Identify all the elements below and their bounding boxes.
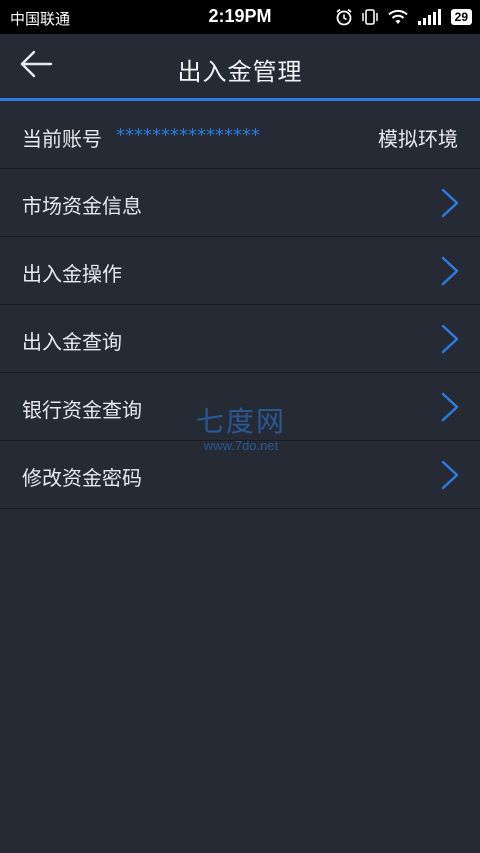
menu-item-deposit-withdraw[interactable]: 出入金操作 [0,237,480,305]
chevron-right-icon [441,392,459,422]
account-label: 当前账号 [22,127,102,151]
environment-label: 模拟环境 [378,127,458,151]
menu-list: 市场资金信息 出入金操作 出入金查询 银行资金查询 修改资金密码 [0,169,480,509]
page-title: 出入金管理 [177,58,303,86]
status-icons: 29 [335,7,472,27]
chevron-right-icon [441,188,459,218]
signal-icon [417,8,443,26]
chevron-right-icon [441,324,459,354]
menu-item-label: 出入金查询 [22,330,122,354]
status-bar: 中国联通 2:19PM 29 [0,0,480,34]
chevron-right-icon [441,460,459,490]
menu-item-transfer-query[interactable]: 出入金查询 [0,305,480,373]
alarm-icon [335,8,353,26]
vibrate-icon [361,8,379,26]
chevron-right-icon [441,256,459,286]
wifi-icon [387,8,409,26]
watermark-url: www.7do.net [203,438,279,453]
menu-item-label: 市场资金信息 [22,194,142,218]
account-number: **************** [116,125,260,146]
menu-item-label: 修改资金密码 [22,466,142,490]
menu-item-label: 出入金操作 [22,262,122,286]
account-row: 当前账号 **************** 模拟环境 [0,101,480,169]
watermark-title: 七度网 [195,405,286,438]
menu-item-label: 银行资金查询 [22,398,142,422]
watermark: 七度网 www.7do.net [186,400,296,453]
battery-icon: 29 [450,9,472,25]
menu-item-market-funds[interactable]: 市场资金信息 [0,169,480,237]
app-header: 出入金管理 [0,34,480,98]
